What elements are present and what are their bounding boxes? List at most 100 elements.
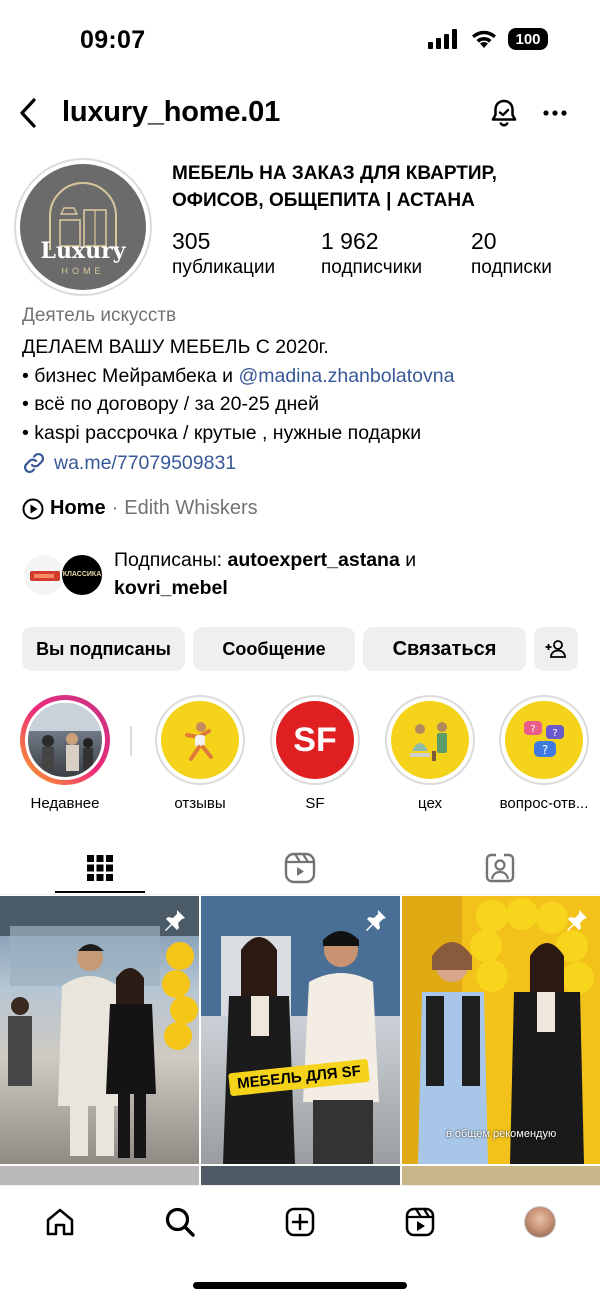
grid-icon [87, 854, 113, 881]
follower-avatar: КЛАССИКА [60, 553, 104, 597]
search-icon [165, 1207, 195, 1237]
tab-reels[interactable] [200, 840, 400, 895]
svg-text:?: ? [542, 743, 548, 757]
svg-text:?: ? [530, 724, 535, 735]
status-bar: 09:07 100 [0, 0, 600, 80]
pin-icon [366, 910, 386, 931]
highlight-ring [155, 695, 245, 785]
highlight-label: вопрос-отв... [499, 795, 589, 812]
post-tile[interactable] [402, 1166, 600, 1186]
notification-bell-icon[interactable] [488, 96, 520, 130]
highlight-ring: SF [270, 695, 360, 785]
pin-icon [567, 910, 587, 931]
stat-label: подписчики [321, 257, 423, 278]
profile-music[interactable]: Home · Edith Whiskers [22, 497, 258, 520]
stat-following[interactable]: 20 подписки [471, 228, 552, 279]
profile-avatar[interactable]: Luxury HOME [14, 158, 152, 296]
post-photo-couple [0, 896, 199, 1158]
stat-label: публикации [172, 257, 276, 278]
avatar-logo: Luxury HOME [20, 164, 146, 290]
sf-logo: SF [276, 701, 354, 779]
highlight-label: Недавнее [30, 795, 100, 812]
logo-subtext: HOME [61, 266, 105, 276]
highlight-cover: ??? [505, 701, 583, 779]
message-button[interactable]: Сообщение [193, 627, 355, 671]
post-tile[interactable] [0, 896, 199, 1164]
profile-category: Деятель искусств [22, 305, 177, 326]
post-caption: в общем рекомендую [446, 1128, 557, 1140]
nav-search[interactable] [160, 1202, 200, 1242]
nav-home[interactable] [40, 1202, 80, 1242]
story-ring [20, 695, 110, 785]
post-photo-duo [201, 896, 400, 1164]
profile-username: luxury_home.01 [62, 96, 281, 128]
avatar-text: КЛАССИКА [62, 571, 102, 578]
nav-create[interactable] [280, 1202, 320, 1242]
link-text: wa.me/77079509831 [54, 451, 237, 474]
stat-value: 305 [172, 228, 211, 254]
reels-icon [284, 852, 316, 883]
profile-bio: ДЕЛАЕМ ВАШУ МЕБЕЛЬ С 2020г. • бизнес Мей… [22, 333, 582, 447]
bio-text: • бизнес Мейрамбека и [22, 364, 239, 387]
svg-text:?: ? [552, 728, 557, 739]
home-indicator [193, 1282, 407, 1289]
link-icon [23, 452, 45, 474]
more-options-icon[interactable] [540, 98, 570, 128]
followed-by-prefix: Подписаны: [114, 549, 228, 571]
highlight-cover [391, 701, 469, 779]
followed-by-user[interactable]: autoexpert_astana [227, 549, 399, 571]
profile-tabs [0, 840, 600, 895]
bio-line: • всё по договору / за 20-25 дней [22, 393, 319, 415]
music-song: Home [50, 497, 106, 519]
workers-icon [410, 722, 447, 761]
nav-reels[interactable] [400, 1202, 440, 1242]
stat-value: 20 [471, 228, 497, 254]
highlight-ring [385, 695, 475, 785]
highlight-recent[interactable]: Недавнее [15, 695, 115, 812]
highlight-faq[interactable]: ??? вопрос-отв... [494, 695, 594, 812]
music-artist: Edith Whiskers [124, 497, 258, 519]
signal-icon [428, 29, 457, 49]
post-tile[interactable]: в общем рекомендую [402, 896, 600, 1164]
post-tile[interactable] [0, 1166, 199, 1186]
post-tile[interactable] [201, 1166, 400, 1186]
music-separator: · [111, 497, 119, 519]
add-user-icon [545, 640, 566, 658]
bio-mention-link[interactable]: @madina.zhanbolatovna [238, 365, 454, 387]
bio-line: • kaspi рассрочка / крутые , нужные пода… [22, 421, 422, 444]
bio-line: • бизнес Мейрамбека и @madina.zhanbolato… [22, 362, 582, 391]
stat-posts[interactable]: 305 публикации [172, 228, 275, 279]
reels-icon [405, 1207, 435, 1237]
suggest-users-button[interactable] [534, 627, 578, 671]
stat-value: 1 962 [321, 228, 379, 254]
highlight-workshop[interactable]: цех [380, 695, 480, 812]
logo-text: Luxury [40, 238, 126, 264]
highlight-sf[interactable]: SF SF [265, 695, 365, 812]
highlight-cover [161, 701, 239, 779]
status-icons: 100 [428, 28, 548, 50]
running-person-icon [185, 722, 213, 761]
status-time: 09:07 [80, 26, 146, 54]
tab-tagged[interactable] [400, 840, 600, 895]
highlight-reviews[interactable]: отзывы [150, 695, 250, 812]
contact-button[interactable]: Связаться [363, 627, 526, 671]
stat-followers[interactable]: 1 962 подписчики [321, 228, 422, 279]
followed-by-avatars: КЛАССИКА [22, 550, 112, 600]
highlight-ring: ??? [499, 695, 589, 785]
tab-grid[interactable] [0, 840, 200, 895]
profile-header: luxury_home.01 [0, 88, 600, 138]
followed-by[interactable]: КЛАССИКА Подписаны: autoexpert_astana и k… [22, 546, 582, 606]
nav-profile[interactable] [520, 1202, 560, 1242]
followed-by-user[interactable]: kovri_mebel [114, 577, 228, 599]
pin-icon [165, 910, 185, 931]
highlight-label: отзывы [174, 795, 226, 812]
following-button[interactable]: Вы подписаны [22, 627, 185, 671]
profile-actions: Вы подписаны Сообщение Связаться [22, 627, 578, 671]
battery-indicator: 100 [508, 28, 548, 50]
profile-link[interactable]: wa.me/77079509831 [22, 451, 236, 475]
post-tile[interactable]: МЕБЕЛЬ ДЛЯ SF [201, 896, 400, 1164]
play-circle-icon [22, 498, 44, 519]
back-arrow-icon[interactable] [16, 96, 42, 130]
wifi-icon [472, 30, 496, 48]
post-grid: МЕБЕЛЬ ДЛЯ SF в общем рекомендую [0, 896, 600, 1186]
